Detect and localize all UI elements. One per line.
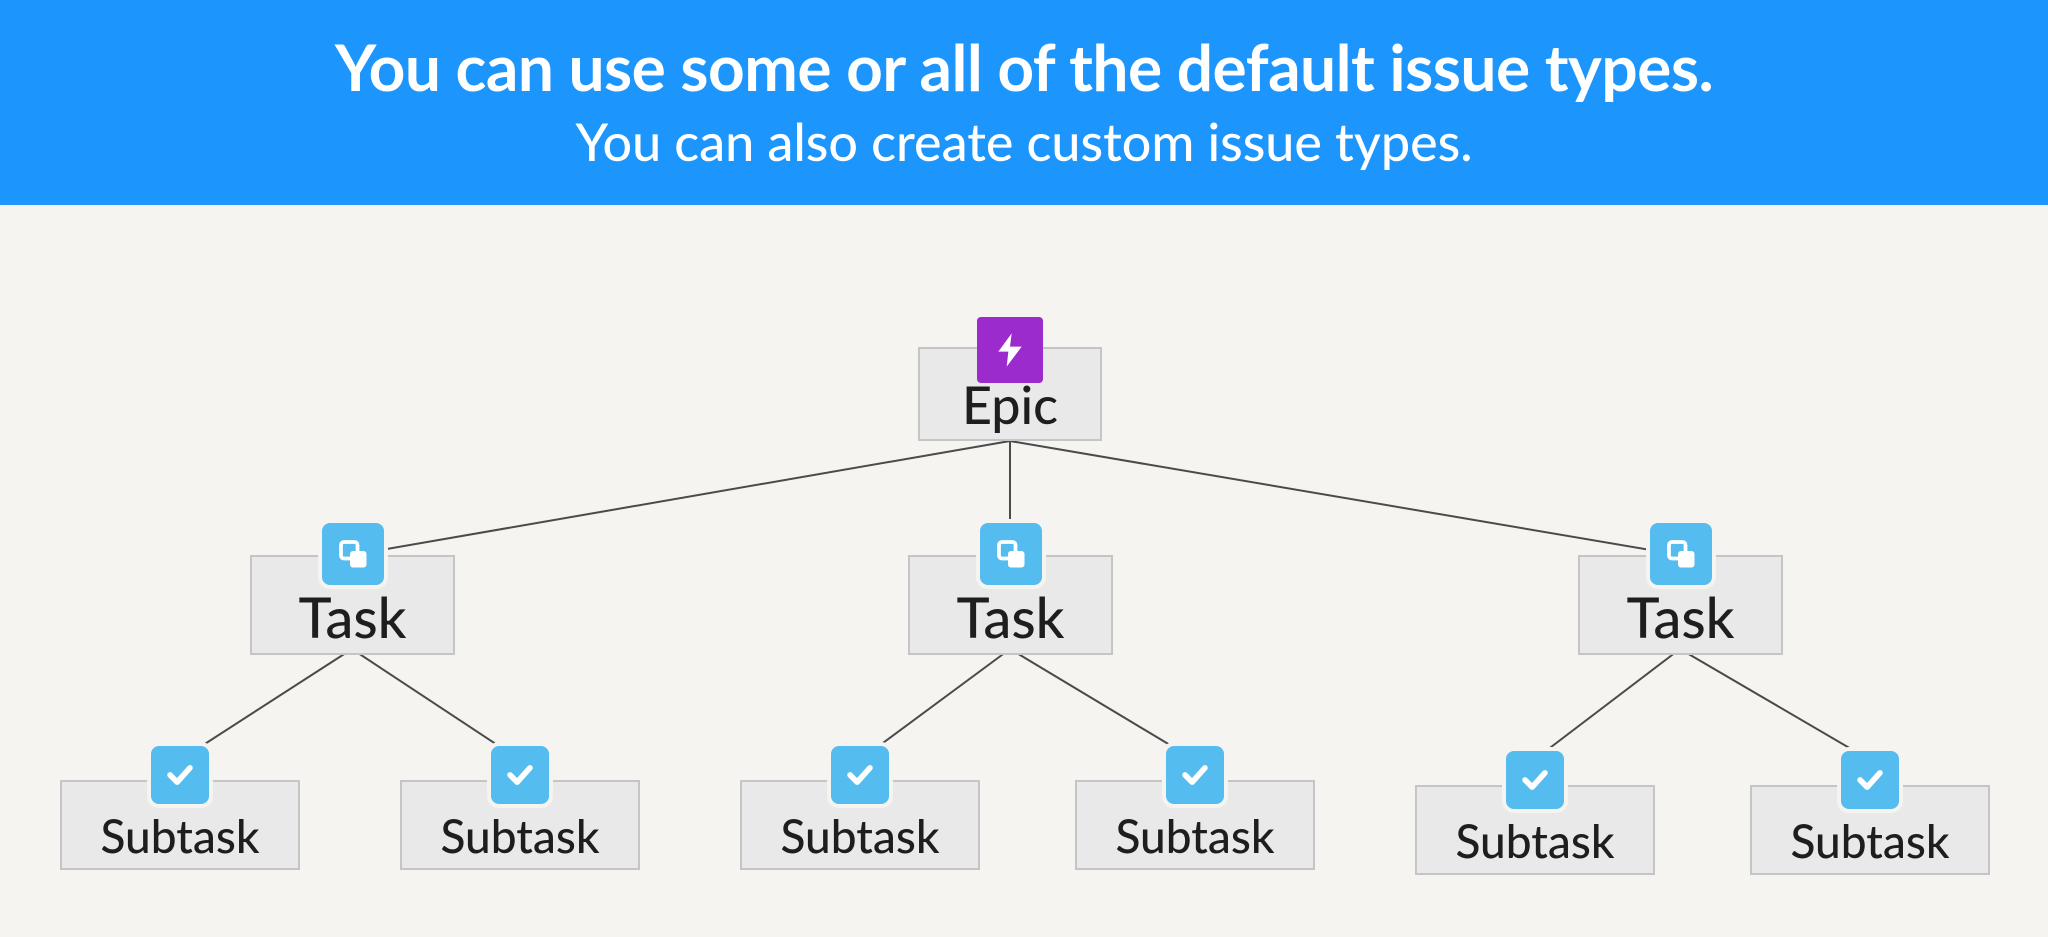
- subtask-node: Subtask: [60, 780, 300, 870]
- epic-node: Epic: [918, 347, 1102, 441]
- subtask-label: Subtask: [100, 808, 259, 863]
- hierarchy-diagram: Epic Task Task Task Subtask Subtask: [0, 195, 2048, 937]
- task-label: Task: [299, 583, 407, 650]
- subtask-node: Subtask: [740, 780, 980, 870]
- copy-icon: [1650, 523, 1712, 585]
- check-icon: [491, 746, 549, 804]
- subtask-node: Subtask: [1750, 785, 1990, 875]
- task-node: Task: [908, 555, 1113, 655]
- epic-label: Epic: [962, 374, 1058, 436]
- subtask-label: Subtask: [440, 808, 599, 863]
- subtask-label: Subtask: [780, 808, 939, 863]
- check-icon: [151, 746, 209, 804]
- subtask-node: Subtask: [400, 780, 640, 870]
- subtask-node: Subtask: [1415, 785, 1655, 875]
- check-icon: [1166, 746, 1224, 804]
- task-node: Task: [1578, 555, 1783, 655]
- subtask-label: Subtask: [1455, 813, 1614, 868]
- check-icon: [1841, 751, 1899, 809]
- check-icon: [831, 746, 889, 804]
- task-label: Task: [957, 583, 1065, 650]
- task-node: Task: [250, 555, 455, 655]
- banner: You can use some or all of the default i…: [0, 0, 2048, 205]
- subtask-label: Subtask: [1790, 813, 1949, 868]
- subtask-label: Subtask: [1115, 808, 1274, 863]
- task-label: Task: [1627, 583, 1735, 650]
- subtask-node: Subtask: [1075, 780, 1315, 870]
- copy-icon: [322, 523, 384, 585]
- copy-icon: [980, 523, 1042, 585]
- banner-title: You can use some or all of the default i…: [20, 28, 2028, 105]
- banner-subtitle: You can also create custom issue types.: [20, 111, 2028, 173]
- bolt-icon: [977, 317, 1043, 383]
- check-icon: [1506, 751, 1564, 809]
